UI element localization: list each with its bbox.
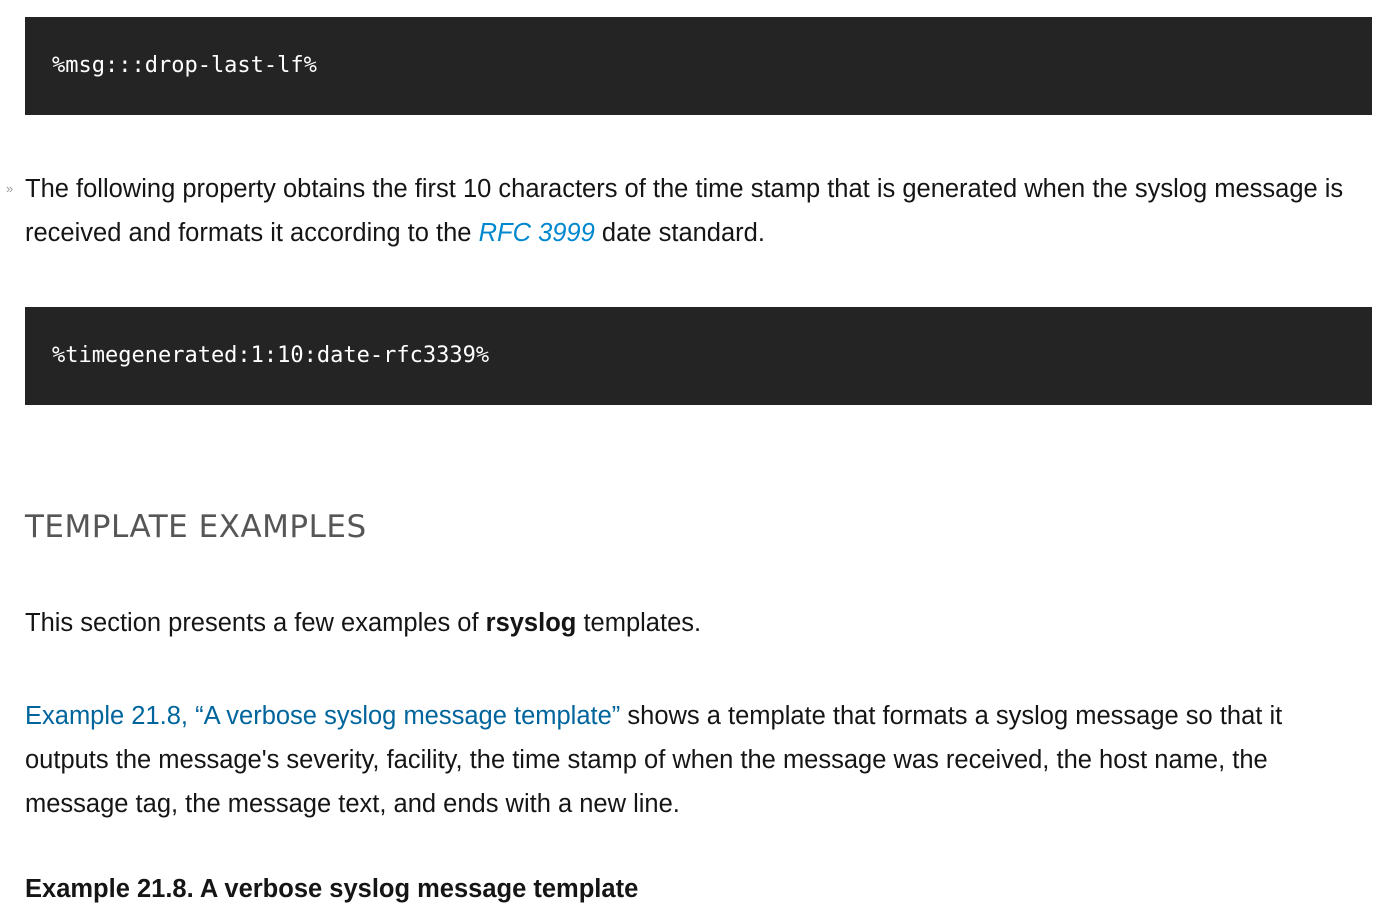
- code-block-drop-last-lf[interactable]: %msg:::drop-last-lf%: [25, 17, 1372, 115]
- chevron-right-icon: »: [6, 181, 14, 196]
- example-xref-link[interactable]: Example 21.8, “A verbose syslog message …: [25, 702, 620, 730]
- rfc-link[interactable]: RFC 3999: [479, 219, 595, 247]
- paragraph-text: This section presents a few examples of: [25, 609, 486, 637]
- paragraph-timestamp-property: » The following property obtains the firs…: [6, 167, 1372, 255]
- code-block-timegenerated[interactable]: %timegenerated:1:10:date-rfc3339%: [25, 307, 1372, 405]
- paragraph-text: templates.: [576, 609, 702, 637]
- section-heading: TEMPLATE EXAMPLES: [25, 509, 367, 545]
- paragraph-intro: This section presents a few examples of …: [25, 601, 1372, 645]
- example-title: Example 21.8. A verbose syslog message t…: [25, 875, 639, 903]
- document-content: %msg:::drop-last-lf% » The following prop…: [6, 0, 1372, 904]
- paragraph-text: date standard.: [594, 219, 765, 247]
- paragraph-verbose-template: Example 21.8, “A verbose syslog message …: [25, 694, 1372, 826]
- rsyslog-term: rsyslog: [485, 609, 577, 637]
